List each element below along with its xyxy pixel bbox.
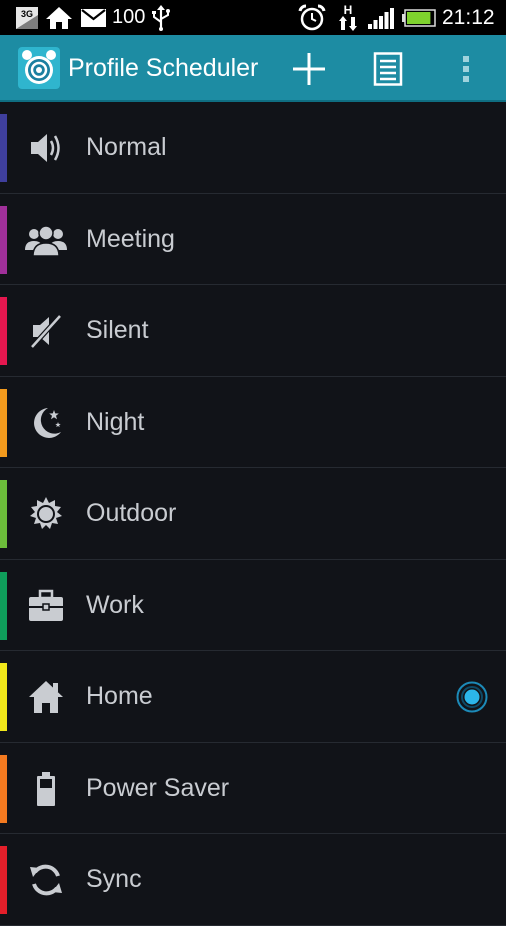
people-icon xyxy=(25,220,67,260)
add-icon xyxy=(293,52,325,85)
overflow-menu-icon xyxy=(463,55,469,82)
mail-icon xyxy=(80,0,107,35)
status-bar: 3G 100 H 21:12 xyxy=(0,0,506,35)
profile-label: Silent xyxy=(86,316,149,344)
volume-icon xyxy=(25,128,67,168)
profile-item-meeting[interactable]: Meeting xyxy=(0,194,506,285)
briefcase-icon xyxy=(25,586,67,626)
document-list-button[interactable] xyxy=(364,35,412,102)
profile-label: Outdoor xyxy=(86,499,177,527)
profile-item-outdoor[interactable]: Outdoor xyxy=(0,468,506,560)
profile-color-stripe xyxy=(0,480,7,548)
profile-color-stripe xyxy=(0,205,7,274)
battery-icon xyxy=(402,0,436,35)
profile-color-stripe xyxy=(0,846,7,914)
profile-label: Home xyxy=(86,682,153,710)
profile-item-silent[interactable]: Silent xyxy=(0,285,506,377)
home-icon xyxy=(45,0,73,35)
network-badge-text: 3G xyxy=(21,9,33,19)
profile-color-stripe xyxy=(0,388,7,457)
profile-label: Sync xyxy=(86,865,142,893)
moon-icon xyxy=(25,403,67,443)
data-arrows-icon: H xyxy=(338,0,358,35)
profile-color-stripe xyxy=(0,297,7,365)
document-list-icon xyxy=(373,51,403,86)
house-icon xyxy=(25,677,67,717)
profile-item-normal[interactable]: Normal xyxy=(0,102,506,194)
profile-label: Work xyxy=(86,590,144,619)
muted-icon xyxy=(25,311,67,351)
battery-fill xyxy=(407,11,431,24)
profile-list: Normal Meeting Silent Night Outdoor Work… xyxy=(0,102,506,926)
signal-icon xyxy=(368,0,394,35)
alarm-icon xyxy=(298,0,326,35)
profile-color-stripe xyxy=(0,114,7,182)
profile-item-night[interactable]: Night xyxy=(0,377,506,468)
app-title: Profile Scheduler xyxy=(68,54,259,82)
add-profile-button[interactable] xyxy=(285,35,333,102)
profile-item-work[interactable]: Work xyxy=(0,560,506,651)
sun-icon xyxy=(25,494,67,534)
profile-label: Night xyxy=(86,407,145,436)
profile-color-stripe xyxy=(0,754,7,823)
profile-color-stripe xyxy=(0,663,7,731)
status-clock: 21:12 xyxy=(442,5,495,29)
profile-item-power-saver[interactable]: Power Saver xyxy=(0,743,506,834)
battery-level-text: 100 xyxy=(112,6,146,28)
sync-icon xyxy=(25,860,67,900)
profile-item-home[interactable]: Home xyxy=(0,651,506,743)
battery-icon xyxy=(25,769,67,809)
profile-label: Normal xyxy=(86,133,167,161)
3g-icon: 3G xyxy=(16,0,38,35)
profile-label: Power Saver xyxy=(86,773,230,802)
active-profile-indicator[interactable] xyxy=(456,681,488,713)
signal-type-label: H xyxy=(344,3,353,17)
profile-item-sync[interactable]: Sync xyxy=(0,834,506,926)
profile-color-stripe xyxy=(0,571,7,640)
usb-icon xyxy=(151,0,171,35)
overflow-menu-button[interactable] xyxy=(446,35,486,102)
app-logo-icon[interactable] xyxy=(18,47,60,89)
profile-label: Meeting xyxy=(86,224,175,253)
action-bar: Profile Scheduler xyxy=(0,35,506,102)
